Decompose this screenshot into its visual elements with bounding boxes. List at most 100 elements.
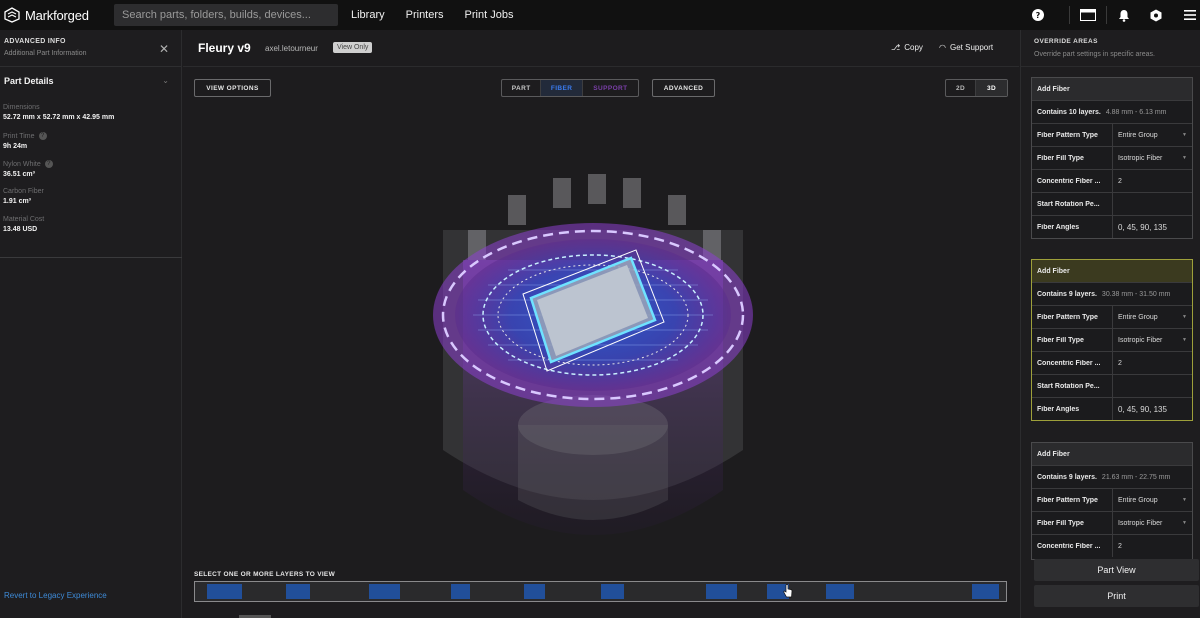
- fiber-fill-select[interactable]: Isotropic Fiber ▼: [1112, 147, 1192, 169]
- start-rotation-input[interactable]: [1112, 375, 1192, 397]
- override-areas-panel: OVERRIDE AREAS Override part settings in…: [1020, 30, 1200, 618]
- close-icon[interactable]: ✕: [159, 42, 169, 56]
- view-options-button[interactable]: VIEW OPTIONS: [194, 79, 271, 97]
- window-icon[interactable]: [1080, 8, 1096, 22]
- chevron-down-icon[interactable]: ⌄: [162, 76, 169, 85]
- fiber-angles-input[interactable]: 0, 45, 90, 135: [1112, 398, 1192, 420]
- support-label: Get Support: [949, 43, 994, 52]
- help-icon[interactable]: ?: [44, 160, 53, 168]
- help-icon[interactable]: ?: [38, 132, 47, 140]
- override-card[interactable]: Add Fiber Contains 10 layers. 4.88 mm - 6…: [1031, 77, 1193, 239]
- bell-icon[interactable]: [1117, 8, 1131, 22]
- card-title: Add Fiber: [1032, 443, 1192, 465]
- setting-row: Fiber Fill Type Isotropic Fiber ▼: [1032, 328, 1192, 351]
- card-title: Add Fiber: [1032, 78, 1192, 100]
- layer-segment[interactable]: [286, 584, 310, 599]
- copy-button[interactable]: ⎇ Copy: [891, 43, 923, 52]
- nav-printers[interactable]: Printers: [406, 9, 444, 21]
- layer-segment[interactable]: [601, 584, 624, 599]
- fiber-angles-input[interactable]: 0, 45, 90, 135: [1112, 216, 1192, 238]
- mode-part[interactable]: PART: [502, 80, 542, 96]
- nav-library[interactable]: Library: [351, 9, 385, 21]
- part-owner: axel.letourneur: [265, 44, 318, 53]
- concentric-fiber-input[interactable]: 2: [1112, 352, 1192, 374]
- contains-label: Contains 9 layers.: [1037, 473, 1097, 481]
- fiber-fill-select[interactable]: Isotropic Fiber ▼: [1112, 512, 1192, 534]
- print-button[interactable]: Print: [1034, 585, 1199, 607]
- setting-label: Start Rotation Pe...: [1037, 200, 1100, 208]
- setting-value: Isotropic Fiber: [1118, 519, 1163, 527]
- setting-value: Entire Group: [1118, 496, 1158, 504]
- chevron-down-icon: ▼: [1182, 155, 1187, 161]
- part-details-heading[interactable]: Part Details: [4, 76, 169, 86]
- setting-row: Concentric Fiber ... 2: [1032, 351, 1192, 374]
- revert-legacy-link[interactable]: Revert to Legacy Experience: [4, 591, 107, 600]
- layer-selector[interactable]: [194, 581, 1007, 602]
- override-card[interactable]: Add Fiber Contains 9 layers. 21.63 mm - 2…: [1031, 442, 1193, 560]
- detail-value: 9h 24m: [3, 143, 28, 150]
- fiber-pattern-select[interactable]: Entire Group ▼: [1112, 306, 1192, 328]
- layer-segment[interactable]: [706, 584, 737, 599]
- layer-segment[interactable]: [451, 584, 470, 599]
- top-navigation-bar: Markforged Search parts, folders, builds…: [0, 0, 1200, 30]
- detail-dimensions: Dimensions 52.72 mm x 52.72 mm x 42.95 m…: [3, 104, 114, 121]
- fiber-pattern-select[interactable]: Entire Group ▼: [1112, 489, 1192, 511]
- part-view-button[interactable]: Part View: [1034, 559, 1199, 581]
- mode-support[interactable]: SUPPORT: [583, 80, 638, 96]
- search-input[interactable]: Search parts, folders, builds, devices..…: [114, 4, 338, 26]
- gear-3d-model[interactable]: [423, 170, 763, 590]
- range-value: 21.63 mm - 22.75 mm: [1101, 473, 1171, 481]
- range-value: 4.88 mm - 6.13 mm: [1105, 108, 1167, 116]
- start-rotation-input[interactable]: [1112, 193, 1192, 215]
- view-only-badge: View Only: [333, 42, 373, 53]
- chevron-down-icon: ▼: [1182, 314, 1187, 320]
- hand-cursor-icon: [783, 584, 793, 598]
- get-support-button[interactable]: ◠ Get Support: [939, 43, 993, 52]
- concentric-fiber-input[interactable]: 2: [1112, 170, 1192, 192]
- view-3d[interactable]: 3D: [976, 80, 1007, 96]
- setting-row: Fiber Angles 0, 45, 90, 135: [1032, 397, 1192, 420]
- divider: [1069, 6, 1070, 24]
- layer-segment[interactable]: [826, 584, 854, 599]
- override-card-selected[interactable]: Add Fiber Contains 9 layers. 30.38 mm - 3…: [1031, 259, 1193, 421]
- detail-value: 52.72 mm x 52.72 mm x 42.95 mm: [3, 114, 115, 121]
- divider: [0, 257, 182, 258]
- layer-range: Contains 9 layers. 21.63 mm - 22.75 mm: [1032, 465, 1192, 488]
- setting-row: Fiber Pattern Type Entire Group ▼: [1032, 305, 1192, 328]
- help-icon[interactable]: ?: [1031, 8, 1045, 22]
- layer-segment[interactable]: [972, 584, 999, 599]
- setting-label: Fiber Fill Type: [1037, 519, 1084, 527]
- layer-range: Contains 10 layers. 4.88 mm - 6.13 mm: [1032, 100, 1192, 123]
- chevron-down-icon: ▼: [1182, 520, 1187, 526]
- setting-value: Isotropic Fiber: [1118, 336, 1163, 344]
- layer-segment[interactable]: [369, 584, 400, 599]
- detail-value: 36.51 cm³: [3, 171, 35, 178]
- detail-label: Dimensions: [3, 104, 40, 111]
- setting-value: 2: [1118, 177, 1122, 185]
- setting-row: Fiber Angles 0, 45, 90, 135: [1032, 215, 1192, 238]
- copy-label: Copy: [904, 43, 923, 52]
- setting-value: 2: [1118, 542, 1122, 550]
- settings-hex-icon[interactable]: [1149, 8, 1163, 22]
- layer-segment[interactable]: [207, 584, 242, 599]
- divider: [1021, 66, 1200, 67]
- view-2d[interactable]: 2D: [946, 80, 977, 96]
- menu-icon[interactable]: [1183, 8, 1197, 22]
- fiber-pattern-select[interactable]: Entire Group ▼: [1112, 124, 1192, 146]
- advanced-button[interactable]: ADVANCED: [652, 79, 715, 97]
- panel-subtitle: Additional Part Information: [4, 50, 87, 57]
- divider: [1106, 6, 1107, 24]
- layer-segment[interactable]: [524, 584, 545, 599]
- mode-fiber[interactable]: FIBER: [541, 80, 583, 96]
- fiber-fill-select[interactable]: Isotropic Fiber ▼: [1112, 329, 1192, 351]
- detail-label: Material Cost: [3, 216, 45, 223]
- nav-print-jobs[interactable]: Print Jobs: [465, 9, 514, 21]
- divider: [183, 66, 1019, 67]
- markforged-logo-icon: [4, 7, 20, 23]
- detail-nylon-white: Nylon White? 36.51 cm³: [3, 160, 53, 178]
- concentric-fiber-input[interactable]: 2: [1112, 535, 1192, 557]
- brand-logo[interactable]: Markforged: [4, 7, 108, 23]
- setting-label: Concentric Fiber ...: [1037, 542, 1101, 550]
- part-viewer-area: Fleury v9 axel.letourneur View Only ⎇ Cop…: [183, 30, 1019, 618]
- detail-value: 1.91 cm³: [3, 198, 32, 205]
